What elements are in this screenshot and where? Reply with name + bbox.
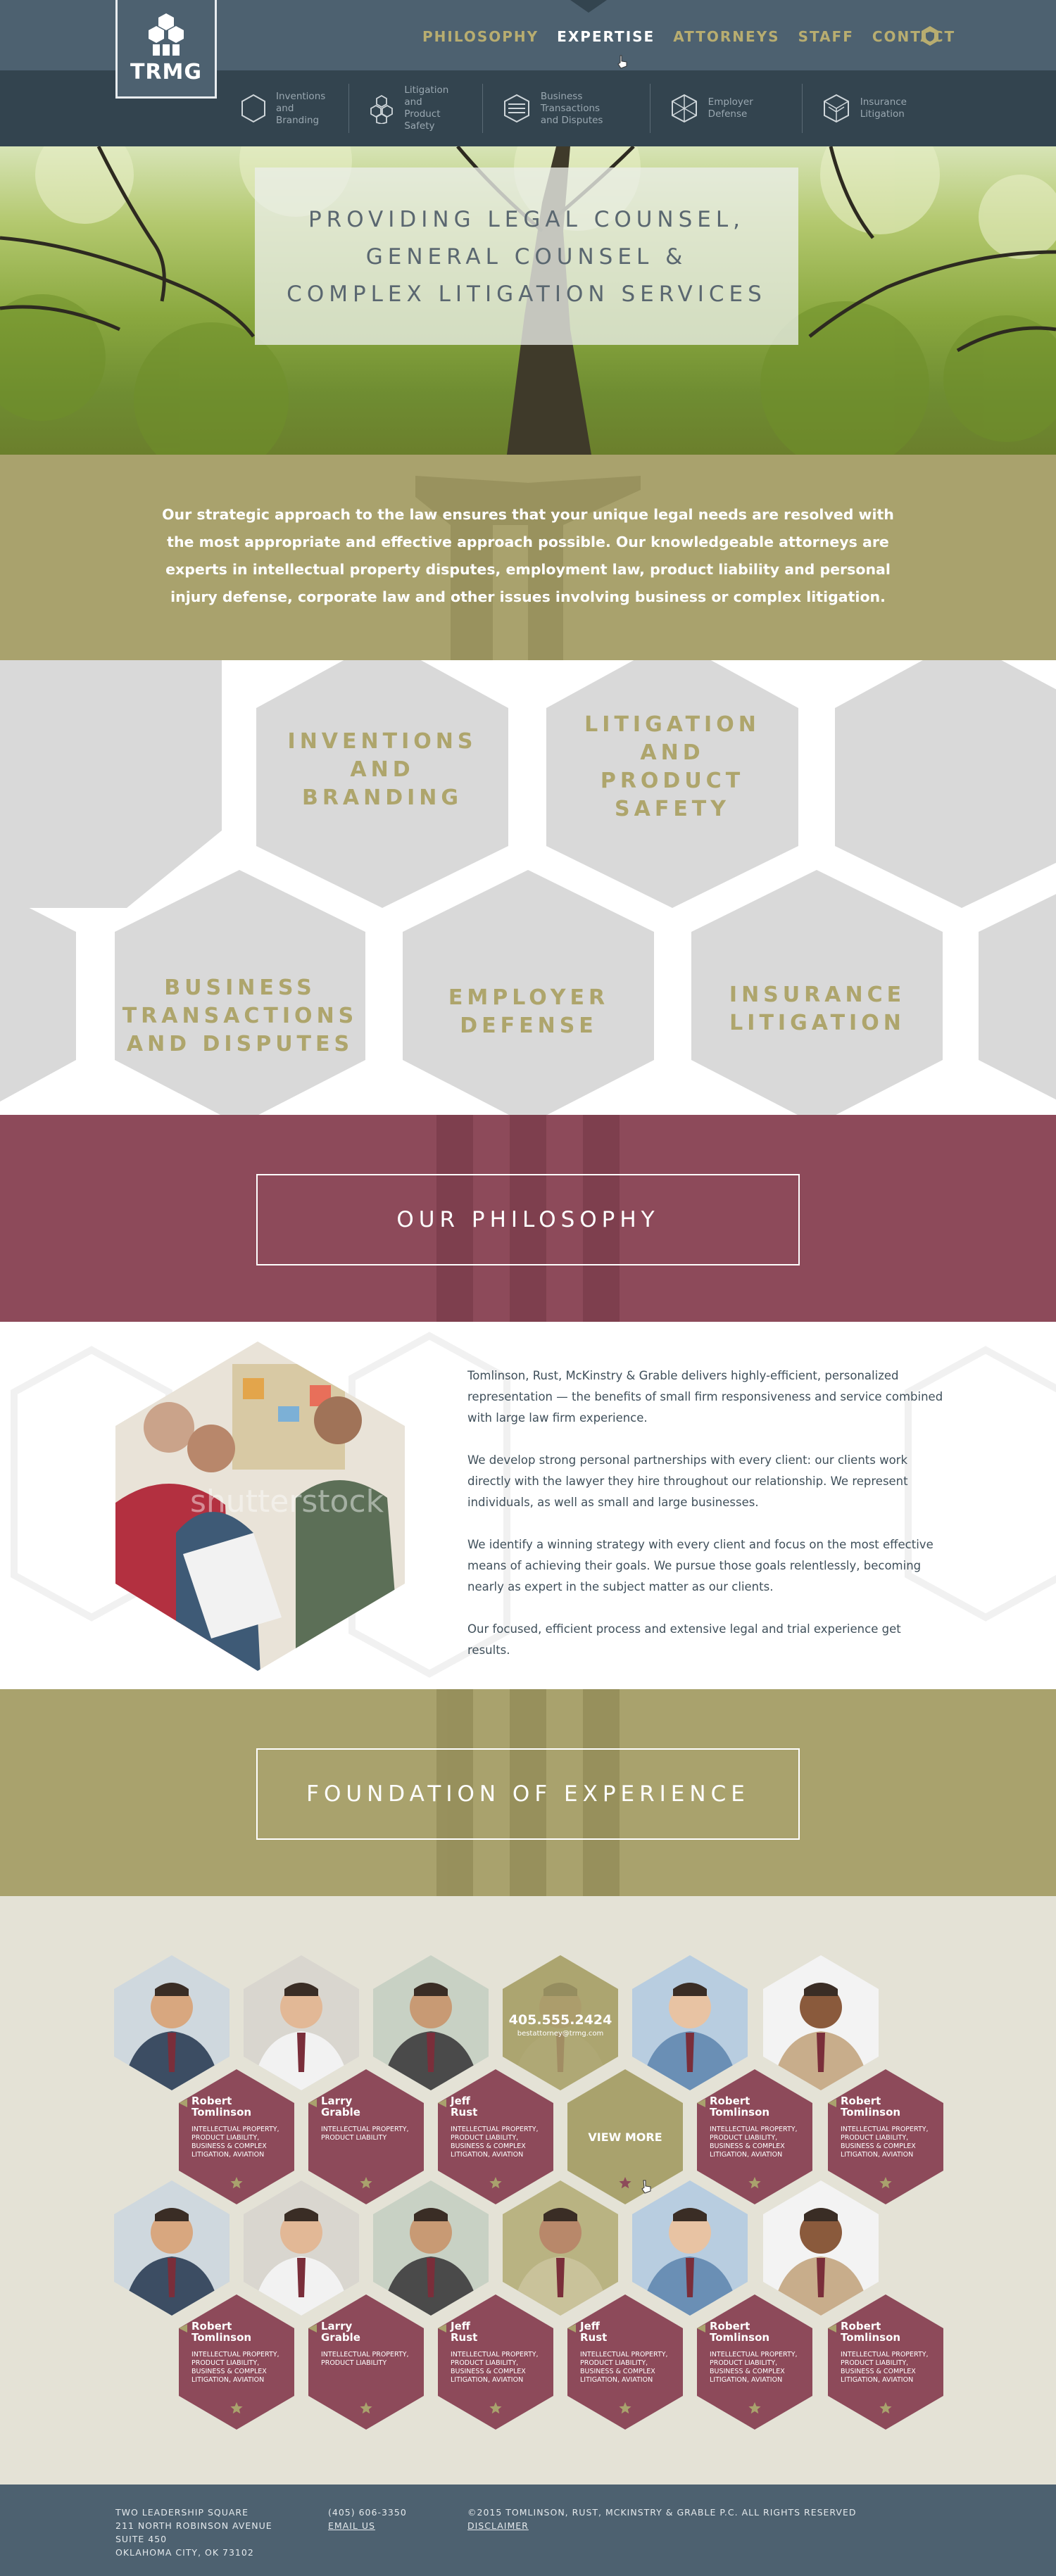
practice-litigation[interactable]: LITIGATION AND PRODUCT SAFETY	[558, 711, 787, 823]
attorney-card[interactable]: Robert TomlinsonINTELLECTUAL PROPERTY, PRO…	[179, 2294, 294, 2430]
hex-decor-right	[835, 660, 1056, 908]
subnav-label: Business Transactions and Disputes	[540, 90, 603, 126]
shield-hex-icon[interactable]	[919, 25, 941, 46]
nav-notch	[570, 0, 607, 13]
our-philosophy-button[interactable]: OUR PHILOSOPHY	[256, 1174, 800, 1265]
attorney-card[interactable]: Larry GrableINTELLECTUAL PROPERTY, PRODUCT…	[308, 2069, 424, 2204]
pointer-cursor-icon	[617, 55, 627, 69]
footer-copyright: ©2015 TOMLINSON, RUST, MCKINSTRY & GRABL…	[467, 2507, 857, 2518]
philosophy-text: Tomlinson, Rust, McKinstry & Grable deli…	[467, 1365, 946, 1682]
subnav-label: Insurance Litigation	[860, 96, 907, 120]
practice-employer[interactable]: EMPLOYER DEFENSE	[414, 984, 643, 1040]
practice-areas-grid: INVENTIONS AND BRANDING LITIGATION AND P…	[0, 660, 1056, 1115]
nav-attorneys[interactable]: ATTORNEYS	[673, 28, 779, 45]
philosophy-paragraph-1: Tomlinson, Rust, McKinstry & Grable deli…	[467, 1369, 943, 1425]
subnav-item-inventions[interactable]: Inventions and Branding	[239, 84, 350, 133]
philosophy-paragraph-4: Our focused, efficient process and exten…	[467, 1622, 901, 1657]
attorney-card[interactable]: Jeff RustINTELLECTUAL PROPERTY, PRODUCT LI…	[438, 2069, 553, 2204]
philosophy-band: OUR PHILOSOPHY	[0, 1115, 1056, 1322]
hero-line-1: PROVIDING LEGAL COUNSEL,	[308, 207, 746, 232]
practice-business[interactable]: BUSINESS TRANSACTIONS AND DISPUTES	[118, 974, 362, 1059]
footer-address: TWO LEADERSHIP SQUARE 211 NORTH ROBINSON…	[115, 2507, 272, 2558]
hex-bars-icon	[503, 94, 529, 123]
main-nav: PHILOSOPHY EXPERTISE ATTORNEYS STAFF CON…	[422, 24, 974, 49]
experience-band: FOUNDATION OF EXPERIENCE	[0, 1689, 1056, 1896]
hex-decor-left	[0, 660, 222, 908]
subnav-label: Employer Defense	[708, 96, 753, 120]
attorney-photo[interactable]	[758, 1952, 884, 2093]
attorney-card[interactable]: Robert TomlinsonINTELLECTUAL PROPERTY, PRO…	[179, 2069, 294, 2204]
attorney-hex-grid: 405.555.2424 bestattorney@trmg.com Robert T…	[108, 1952, 943, 2430]
site-logo[interactable]: TRMG	[115, 0, 217, 99]
site-footer: TWO LEADERSHIP SQUARE 211 NORTH ROBINSON…	[0, 2485, 1056, 2576]
hero-line-3: COMPLEX LITIGATION SERVICES	[287, 282, 767, 307]
foundation-of-experience-button[interactable]: FOUNDATION OF EXPERIENCE	[256, 1748, 800, 1840]
attorney-card[interactable]: Robert TomlinsonINTELLECTUAL PROPERTY, PRO…	[828, 2294, 943, 2430]
attorney-card[interactable]: Robert TomlinsonINTELLECTUAL PROPERTY, PRO…	[828, 2069, 943, 2204]
subnav-item-litigation[interactable]: Litigation and Product Safety	[367, 84, 483, 133]
hero-title: PROVIDING LEGAL COUNSEL, GENERAL COUNSEL…	[255, 201, 798, 313]
attorney-card[interactable]: Jeff RustINTELLECTUAL PROPERTY, PRODUCT LI…	[438, 2294, 553, 2430]
subnav-item-business[interactable]: Business Transactions and Disputes	[501, 84, 650, 133]
nav-contact[interactable]: CONTACT	[872, 28, 955, 45]
subnav-label: Inventions and Branding	[276, 90, 326, 126]
hexagon-outline-icon	[241, 94, 265, 123]
view-more-label: VIEW MORE	[588, 2130, 662, 2144]
phone-overlay-text: 405.555.2424	[509, 2012, 612, 2028]
footer-phone[interactable]: (405) 606-3350	[328, 2506, 441, 2519]
attorney-card[interactable]: Larry GrableINTELLECTUAL PROPERTY, PRODUCT…	[308, 2294, 424, 2430]
footer-email-link[interactable]: EMAIL US	[328, 2519, 413, 2532]
practice-inventions[interactable]: INVENTIONS AND BRANDING	[268, 728, 497, 812]
attorney-photo[interactable]: 405.555.2424 bestattorney@trmg.com	[497, 1952, 624, 2093]
logo-text: TRMG	[130, 60, 203, 84]
attorney-photo[interactable]	[367, 2178, 494, 2318]
attorneys-grid: 405.555.2424 bestattorney@trmg.com Robert T…	[0, 1896, 1056, 2485]
hero-line-2: GENERAL COUNSEL &	[365, 244, 688, 270]
practice-insurance[interactable]: INSURANCE LITIGATION	[703, 981, 932, 1037]
attorney-photo[interactable]	[238, 2178, 365, 2318]
subnav-label: Litigation and Product Safety	[404, 84, 449, 132]
nav-staff[interactable]: STAFF	[798, 28, 854, 45]
watermark-text: shutterstock	[190, 1484, 384, 1520]
hex-decor-right-2	[979, 894, 1056, 1100]
view-more-button[interactable]: VIEW MORE	[567, 2069, 683, 2204]
attorney-card[interactable]: Robert TomlinsonINTELLECTUAL PROPERTY, PRO…	[697, 2069, 812, 2204]
subnav-item-employer[interactable]: Employer Defense	[669, 84, 803, 133]
attorney-photo[interactable]	[238, 1952, 365, 2093]
attorney-photo[interactable]	[367, 1952, 494, 2093]
attorney-photo[interactable]	[108, 1952, 235, 2093]
email-overlay-text: bestattorney@trmg.com	[517, 2030, 604, 2038]
nav-philosophy[interactable]: PHILOSOPHY	[422, 28, 539, 45]
attorney-photo[interactable]	[758, 2178, 884, 2318]
hex-diamond-icon	[671, 94, 697, 123]
nav-expertise[interactable]: EXPERTISE	[557, 28, 655, 45]
attorney-photo[interactable]	[627, 1952, 753, 2093]
attorney-card[interactable]: Robert TomlinsonINTELLECTUAL PROPERTY, PRO…	[697, 2294, 812, 2430]
expertise-subnav: Inventions and Branding Litigation and P…	[239, 77, 943, 139]
hex-stack-icon	[823, 94, 849, 123]
philosophy-paragraph-2: We develop strong personal partnerships …	[467, 1453, 908, 1509]
philosophy-paragraph-3: We identify a winning strategy with ever…	[467, 1538, 934, 1593]
attorney-photo[interactable]	[497, 2178, 624, 2318]
subnav-item-insurance[interactable]: Insurance Litigation	[821, 84, 925, 133]
attorney-photo[interactable]	[627, 2178, 753, 2318]
hex-cluster-icon	[370, 94, 394, 124]
intro-text: Our strategic approach to the law ensure…	[162, 506, 894, 605]
footer-disclaimer-link[interactable]: DISCLAIMER	[467, 2519, 566, 2532]
logo-hex-cluster-icon	[149, 13, 184, 56]
attorney-photo[interactable]	[108, 2178, 235, 2318]
attorney-card[interactable]: Jeff RustINTELLECTUAL PROPERTY, PRODUCT LI…	[567, 2294, 683, 2430]
